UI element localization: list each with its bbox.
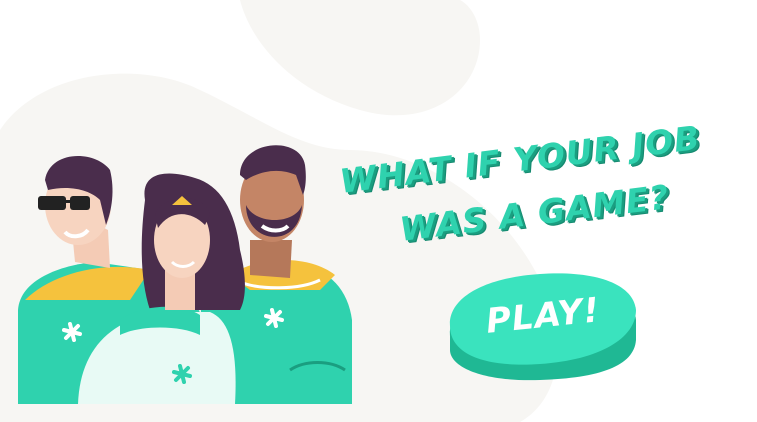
- play-button[interactable]: PLAY!: [440, 270, 640, 382]
- headline: WHAT IF YOUR JOB WAS A GAME?: [326, 118, 706, 260]
- game-promo-banner: WHAT IF YOUR JOB WAS A GAME? PLAY!: [0, 0, 757, 422]
